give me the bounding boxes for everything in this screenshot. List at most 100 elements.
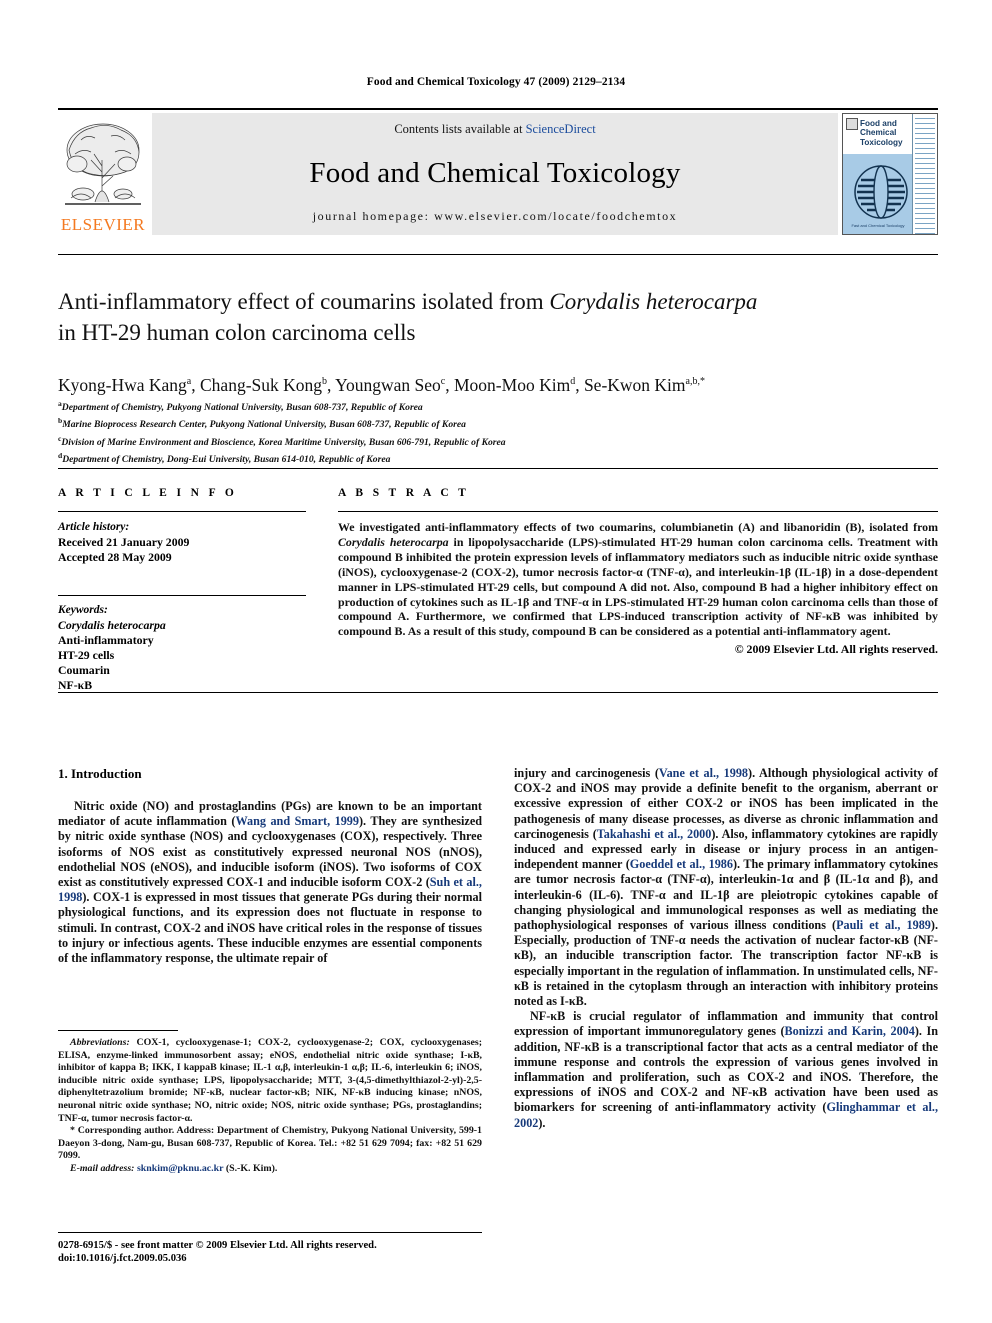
citation-link[interactable]: Takahashi et al., 2000 — [597, 827, 712, 841]
article-title-part1: Anti-inflammatory effect of coumarins is… — [58, 289, 550, 314]
cover-stripes — [913, 114, 937, 234]
keyword-item: NF-κB — [58, 678, 93, 692]
intro-paragraph-left: Nitric oxide (NO) and prostaglandins (PG… — [58, 799, 482, 966]
journal-article-page: Food and Chemical Toxicology 47 (2009) 2… — [0, 0, 992, 1323]
footnote-email: E-mail address: sknkim@pknu.ac.kr (S.-K.… — [58, 1163, 482, 1176]
abstract-seg: ), isolated from — [857, 520, 938, 534]
affiliation-item: aDepartment of Chemistry, Pukyong Nation… — [58, 397, 938, 414]
affiliation-item: dDepartment of Chemistry, Dong-Eui Unive… — [58, 449, 938, 466]
compound-a-label: A — [742, 520, 751, 534]
article-history-received: Received 21 January 2009 — [58, 535, 190, 549]
article-title-species: Corydalis heterocarpa — [549, 289, 758, 314]
affiliation-list: aDepartment of Chemistry, Pukyong Nation… — [58, 397, 938, 466]
article-title: Anti-inflammatory effect of coumarins is… — [58, 286, 938, 348]
journal-cover-thumbnail: Food and Chemical Toxicology Fast and Ch… — [842, 113, 938, 235]
journal-homepage[interactable]: journal homepage: www.elsevier.com/locat… — [313, 209, 678, 224]
citation-link[interactable]: Goeddel et al., 1986 — [630, 857, 733, 871]
abstract-seg: did not. Also, compound — [626, 579, 760, 594]
running-head: Food and Chemical Toxicology 47 (2009) 2… — [366, 76, 626, 88]
abstract-species: Corydalis heterocarpa — [338, 534, 449, 549]
body-columns: 1. Introduction Nitric oxide (NO) and pr… — [58, 766, 938, 1266]
imprint-block: 0278-6915/$ - see front matter © 2009 El… — [58, 1232, 482, 1266]
affiliation-text: Department of Chemistry, Dong-Eui Univer… — [62, 454, 391, 466]
abstract-seg: We investigated anti-inflammatory effect… — [338, 520, 743, 534]
sciencedirect-link[interactable]: ScienceDirect — [526, 122, 596, 136]
article-title-part2: in HT-29 human colon carcinoma cells — [58, 320, 416, 345]
para-seg: ). — [538, 1115, 546, 1130]
affiliation-item: bMarine Bioprocess Research Center, Puky… — [58, 414, 938, 431]
author: Moon-Moo Kimd — [454, 375, 575, 395]
footnote-divider — [58, 1030, 178, 1031]
info-abstract-row: A R T I C L E I N F O Article history: R… — [58, 487, 938, 693]
email-link[interactable]: sknkim@pknu.ac.kr — [137, 1163, 223, 1174]
imprint-doi[interactable]: doi:10.1016/j.fct.2009.05.036 — [58, 1252, 482, 1265]
author-name: Kyong-Hwa Kang — [58, 374, 187, 395]
affiliation-text: Marine Bioprocess Research Center, Pukyo… — [62, 419, 466, 431]
keyword-item: HT-29 cells — [58, 648, 115, 662]
citation-link[interactable]: Pauli et al., 1989 — [836, 918, 931, 932]
author: Se-Kwon Kima,b,* — [584, 375, 705, 395]
author-separator: , — [575, 374, 584, 395]
keywords-label: Keywords: — [58, 604, 108, 616]
footnote-block: Abbreviations: COX-1, cyclooxygenase-1; … — [58, 1030, 482, 1176]
journal-masthead: ELSEVIER Contents lists available at Sci… — [58, 108, 938, 235]
cover-footer-text: Fast and Chemical Toxicology — [851, 223, 905, 228]
keyword-item: Anti-inflammatory — [58, 633, 154, 647]
footnote-corresponding-author: * Corresponding author. Address: Departm… — [58, 1125, 482, 1162]
citation-link[interactable]: Vane et al., 1998 — [659, 766, 748, 780]
intro-paragraph-right-1: injury and carcinogenesis (Vane et al., … — [514, 766, 938, 1009]
abstract-seg: can be considered as a potential anti-in… — [596, 624, 891, 639]
journal-title: Food and Chemical Toxicology — [309, 156, 681, 189]
para-seg: injury and carcinogenesis ( — [514, 766, 659, 780]
author-separator: , — [191, 374, 200, 395]
affiliation-item: cDivision of Marine Environment and Bios… — [58, 432, 938, 449]
cover-journal-title: Food and Chemical Toxicology — [860, 119, 903, 147]
section-heading-introduction: 1. Introduction — [58, 766, 142, 781]
contents-available-line: Contents lists available at ScienceDirec… — [394, 122, 595, 137]
abbreviations-text: COX-1, cyclooxygenase-1; COX-2, cyclooxy… — [58, 1037, 482, 1124]
article-info-heading: A R T I C L E I N F O — [58, 487, 238, 499]
elsevier-logo: ELSEVIER — [58, 113, 148, 235]
email-label: E-mail address: — [70, 1162, 135, 1174]
journal-banner: Contents lists available at ScienceDirec… — [152, 113, 838, 235]
info-abstract-top-divider — [58, 468, 938, 469]
elsevier-wordmark: ELSEVIER — [60, 215, 146, 234]
body-column-gap — [482, 766, 514, 1266]
abstract-column: A B S T R A C T We investigated anti-inf… — [338, 487, 938, 693]
author-list: Kyong-Hwa Kanga, Chang-Suk Kongb, Youngw… — [58, 371, 938, 396]
body-column-right: injury and carcinogenesis (Vane et al., … — [514, 766, 938, 1266]
abstract-divider — [338, 511, 938, 512]
abstract-copyright: © 2009 Elsevier Ltd. All rights reserved… — [734, 642, 938, 657]
intro-paragraph-right-2: NF-κB is crucial regulator of inflammati… — [514, 1009, 938, 1131]
contents-prefix: Contents lists available at — [394, 122, 526, 136]
imprint-divider — [58, 1232, 482, 1233]
abstract-text: We investigated anti-inflammatory effect… — [338, 520, 938, 639]
compound-b-label: B — [394, 549, 403, 564]
abstract-seg: . As a result of this study, compound — [402, 624, 589, 639]
compound-b-label: B — [759, 579, 768, 594]
imprint-copyright: 0278-6915/$ - see front matter © 2009 El… — [58, 1240, 377, 1251]
info-abstract-bottom-divider — [58, 692, 938, 693]
author: Chang-Suk Kongb — [200, 375, 327, 395]
cover-emblem-icon — [854, 165, 908, 219]
abstract-seg: ) and libanoridin ( — [750, 520, 850, 534]
citation-link[interactable]: Wang and Smart, 1999 — [235, 814, 359, 828]
article-info-column: A R T I C L E I N F O Article history: R… — [58, 487, 306, 693]
body-column-left: 1. Introduction Nitric oxide (NO) and pr… — [58, 766, 482, 1266]
citation-link[interactable]: Bonizzi and Karin, 2004 — [785, 1024, 915, 1038]
keywords-divider — [58, 595, 306, 596]
footnote-abbreviations: Abbreviations: COX-1, cyclooxygenase-1; … — [58, 1037, 482, 1125]
affiliation-text: Department of Chemistry, Pukyong Nationa… — [61, 402, 423, 414]
para-seg: ). COX-1 is expressed in most tissues th… — [58, 890, 482, 966]
author-name: Chang-Suk Kong — [200, 374, 323, 395]
abstract-heading: A B S T R A C T — [338, 487, 470, 499]
email-owner: (S.-K. Kim). — [223, 1162, 278, 1174]
article-history-accepted: Accepted 28 May 2009 — [58, 550, 172, 564]
article-history-label: Article history: — [58, 521, 130, 533]
column-gap — [306, 487, 338, 693]
author-name: Youngwan Seo — [335, 374, 441, 395]
elsevier-tree-icon — [65, 123, 141, 205]
author-name: Se-Kwon Kim — [583, 374, 686, 395]
affiliation-text: Division of Marine Environment and Biosc… — [61, 436, 506, 448]
